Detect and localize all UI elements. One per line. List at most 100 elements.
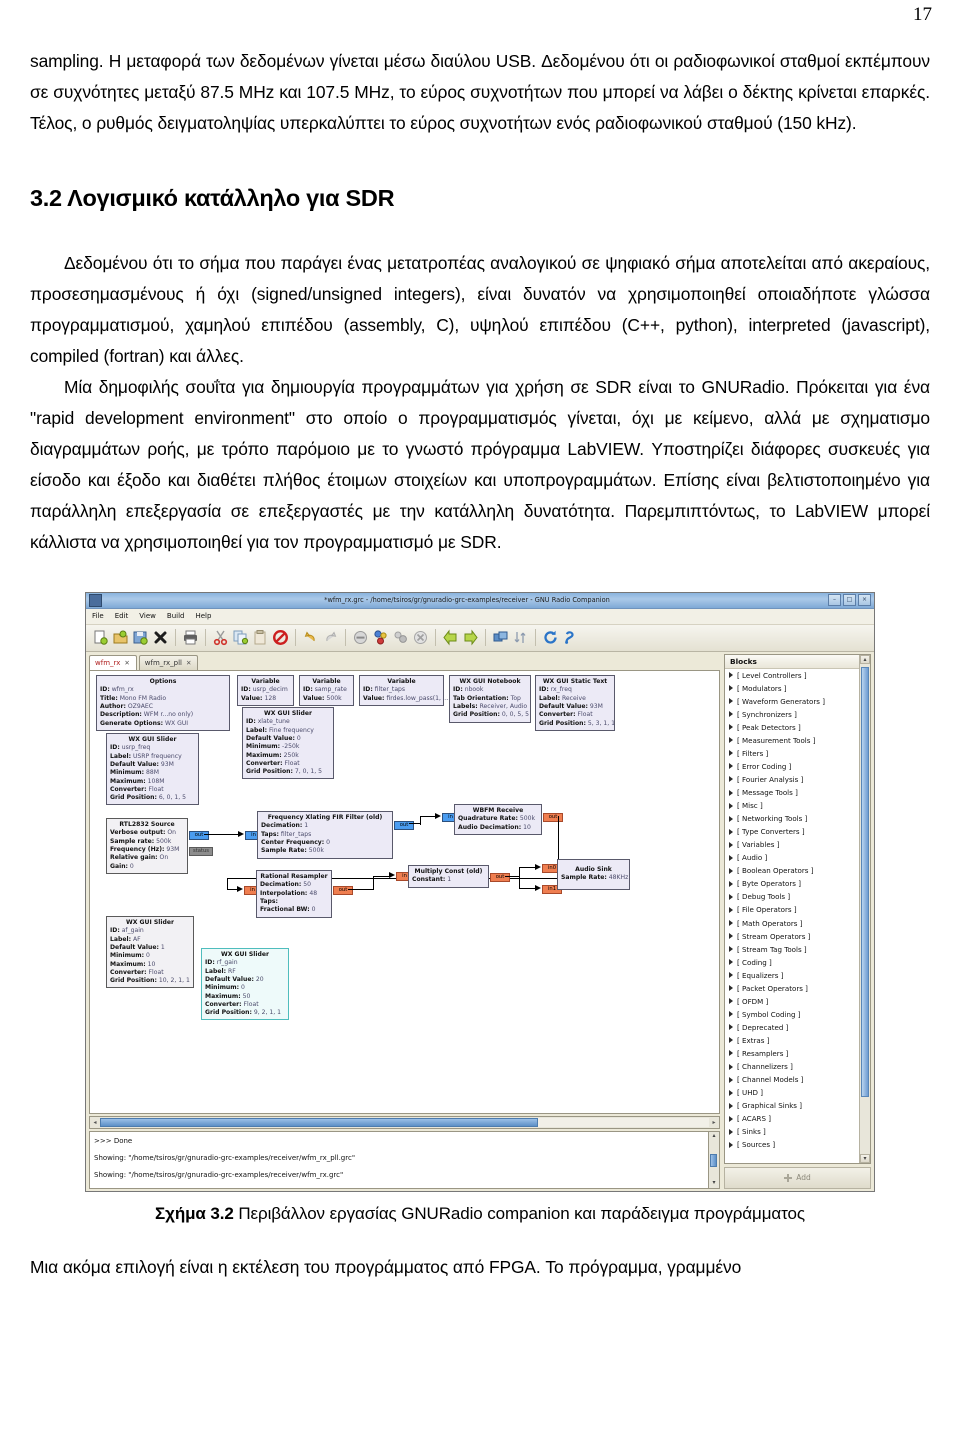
flowgraph-canvas[interactable]: Options ID: wfm_rx Title: Mono FM Radio … bbox=[89, 669, 720, 1114]
chevron-right-icon[interactable] bbox=[729, 998, 733, 1005]
open-file-icon[interactable] bbox=[112, 629, 129, 646]
blocks-category-row[interactable]: [ Audio ] bbox=[725, 851, 859, 864]
stop-icon[interactable] bbox=[352, 629, 369, 646]
blocks-category-row[interactable]: [ Type Converters ] bbox=[725, 825, 859, 838]
chevron-right-icon[interactable] bbox=[729, 1128, 733, 1135]
fg-block-wx-gui-notebook[interactable]: WX GUI Notebook ID: nbook Tab Orientatio… bbox=[449, 674, 531, 723]
scroll-up-icon[interactable]: ▴ bbox=[709, 1132, 719, 1141]
blocks-category-row[interactable]: [ Sinks ] bbox=[725, 1125, 859, 1138]
blocks-category-row[interactable]: [ Modulators ] bbox=[725, 682, 859, 695]
chevron-right-icon[interactable] bbox=[729, 893, 733, 900]
blocks-category-row[interactable]: [ UHD ] bbox=[725, 1086, 859, 1099]
blocks-category-row[interactable]: [ Coding ] bbox=[725, 956, 859, 969]
blocks-category-row[interactable]: [ Filters ] bbox=[725, 747, 859, 760]
close-icon[interactable]: × bbox=[858, 594, 871, 607]
chevron-right-icon[interactable] bbox=[729, 946, 733, 953]
paste-icon[interactable] bbox=[252, 629, 269, 646]
scroll-right-icon[interactable]: ▸ bbox=[709, 1119, 719, 1126]
scroll-down-icon[interactable]: ▾ bbox=[709, 1179, 719, 1188]
fg-block-slider-usrp-freq[interactable]: WX GUI Slider ID: usrp_freq Label: USRP … bbox=[106, 732, 199, 806]
blocks-category-row[interactable]: [ Graphical Sinks ] bbox=[725, 1099, 859, 1112]
fg-block-rtl2832-source[interactable]: RTL2832 Source Verbose output: On Sample… bbox=[106, 817, 188, 874]
fg-block-frequency-xlating-fir-filter[interactable]: Frequency Xlating FIR Filter (old) Decim… bbox=[257, 810, 393, 859]
fg-block-variable-filter-taps[interactable]: Variable ID: filter_taps Value: firdes.l… bbox=[359, 674, 449, 706]
port-status-rtl2832[interactable]: status bbox=[189, 846, 213, 856]
blocks-category-row[interactable]: [ Message Tools ] bbox=[725, 786, 859, 799]
chevron-right-icon[interactable] bbox=[729, 1037, 733, 1044]
scroll-down-icon[interactable]: ▾ bbox=[860, 1153, 870, 1163]
blocks-category-row[interactable]: [ Equalizers ] bbox=[725, 969, 859, 982]
blocks-category-row[interactable]: [ Waveform Generators ] bbox=[725, 695, 859, 708]
chevron-right-icon[interactable] bbox=[729, 985, 733, 992]
blocks-tree[interactable]: Blocks [ Level Controllers ] [ Modulators… bbox=[725, 654, 859, 1163]
fg-block-wbfm-receive[interactable]: WBFM Receive Quadrature Rate: 500k Audio… bbox=[454, 803, 542, 835]
port-out-xlating[interactable]: out bbox=[394, 820, 414, 830]
chevron-right-icon[interactable] bbox=[729, 737, 733, 744]
chevron-right-icon[interactable] bbox=[729, 828, 733, 835]
chevron-right-icon[interactable] bbox=[729, 711, 733, 718]
port-out-wbfm[interactable]: out bbox=[543, 812, 563, 822]
add-block-button[interactable]: Add bbox=[724, 1166, 871, 1189]
fg-block-audio-sink[interactable]: Audio Sink Sample Rate: 48KHz bbox=[557, 858, 630, 890]
undo-icon[interactable] bbox=[302, 629, 319, 646]
chevron-right-icon[interactable] bbox=[729, 959, 733, 966]
chevron-right-icon[interactable] bbox=[729, 802, 733, 809]
menu-item-build[interactable]: Build bbox=[167, 612, 185, 620]
fg-block-multiply-const[interactable]: Multiply Const (old) Constant: 1 bbox=[408, 864, 489, 888]
blocks-category-row[interactable]: [ Stream Tag Tools ] bbox=[725, 943, 859, 956]
help-icon[interactable] bbox=[562, 629, 579, 646]
blocks-category-row[interactable]: [ Packet Operators ] bbox=[725, 982, 859, 995]
chevron-right-icon[interactable] bbox=[729, 815, 733, 822]
chevron-right-icon[interactable] bbox=[729, 1063, 733, 1070]
chevron-right-icon[interactable] bbox=[729, 1089, 733, 1096]
scroll-up-icon[interactable]: ▴ bbox=[860, 654, 870, 664]
rotate-left-icon[interactable] bbox=[442, 629, 459, 646]
blocks-category-row[interactable]: [ OFDM ] bbox=[725, 995, 859, 1008]
blocks-category-row[interactable]: [ ACARS ] bbox=[725, 1112, 859, 1125]
scrollbar-track[interactable] bbox=[100, 1117, 709, 1127]
cut-icon[interactable] bbox=[212, 629, 229, 646]
blocks-category-row[interactable]: [ Debug Tools ] bbox=[725, 890, 859, 903]
blocks-category-row[interactable]: [ Networking Tools ] bbox=[725, 812, 859, 825]
tab-wfm-rx-pll[interactable]: wfm_rx_pll ✕ bbox=[138, 654, 199, 670]
blocks-category-row[interactable]: [ Channelizers ] bbox=[725, 1060, 859, 1073]
blocks-category-row[interactable]: [ Misc ] bbox=[725, 799, 859, 812]
chevron-right-icon[interactable] bbox=[729, 1076, 733, 1083]
blocks-category-row[interactable]: [ Byte Operators ] bbox=[725, 877, 859, 890]
blocks-category-row[interactable]: [ Deprecated ] bbox=[725, 1021, 859, 1034]
blocks-category-row[interactable]: [ Synchronizers ] bbox=[725, 708, 859, 721]
port-out-rtl2832[interactable]: out bbox=[189, 830, 209, 840]
menu-item-edit[interactable]: Edit bbox=[115, 612, 129, 620]
chevron-right-icon[interactable] bbox=[729, 685, 733, 692]
port-out-resampler[interactable]: out bbox=[333, 885, 353, 895]
fg-block-slider-rf-gain[interactable]: WX GUI Slider ID: rf_gain Label: RF Defa… bbox=[201, 947, 289, 1021]
chevron-right-icon[interactable] bbox=[729, 920, 733, 926]
fg-block-rational-resampler[interactable]: Rational Resampler Decimation: 50 Interp… bbox=[256, 869, 332, 918]
chevron-right-icon[interactable] bbox=[729, 672, 733, 679]
chevron-right-icon[interactable] bbox=[729, 1141, 733, 1148]
chevron-right-icon[interactable] bbox=[729, 1011, 733, 1018]
chevron-right-icon[interactable] bbox=[729, 1050, 733, 1057]
tab-wfm-rx[interactable]: wfm_rx ✕ bbox=[89, 654, 137, 670]
blocks-category-row[interactable]: [ Math Operators ] bbox=[725, 916, 859, 929]
blocks-category-row[interactable]: [ Variables ] bbox=[725, 838, 859, 851]
execute-icon[interactable] bbox=[392, 629, 409, 646]
chevron-right-icon[interactable] bbox=[729, 776, 733, 783]
tab-close-icon[interactable]: ✕ bbox=[186, 659, 191, 667]
menu-item-view[interactable]: View bbox=[139, 612, 156, 620]
fg-block-slider-xlate-tune[interactable]: WX GUI Slider ID: xlate_tune Label: Fine… bbox=[242, 706, 334, 780]
new-file-icon[interactable] bbox=[92, 629, 109, 646]
blocks-category-row[interactable]: [ Stream Operators ] bbox=[725, 930, 859, 943]
fg-block-variable-samp-rate[interactable]: Variable ID: samp_rate Value: 500k bbox=[299, 674, 354, 706]
fg-block-wx-gui-static-text[interactable]: WX GUI Static Text ID: rx_freq Label: Re… bbox=[535, 674, 615, 731]
disable-icon[interactable] bbox=[512, 629, 529, 646]
scrollbar-thumb[interactable] bbox=[861, 666, 869, 1097]
chevron-right-icon[interactable] bbox=[729, 880, 733, 887]
chevron-right-icon[interactable] bbox=[729, 789, 733, 796]
blocks-category-row[interactable]: [ Error Coding ] bbox=[725, 760, 859, 773]
kill-icon[interactable] bbox=[412, 629, 429, 646]
rotate-right-icon[interactable] bbox=[462, 629, 479, 646]
chevron-right-icon[interactable] bbox=[729, 933, 733, 940]
scrollbar-thumb[interactable] bbox=[100, 1117, 539, 1127]
blocks-category-row[interactable]: [ Level Controllers ] bbox=[725, 669, 859, 682]
